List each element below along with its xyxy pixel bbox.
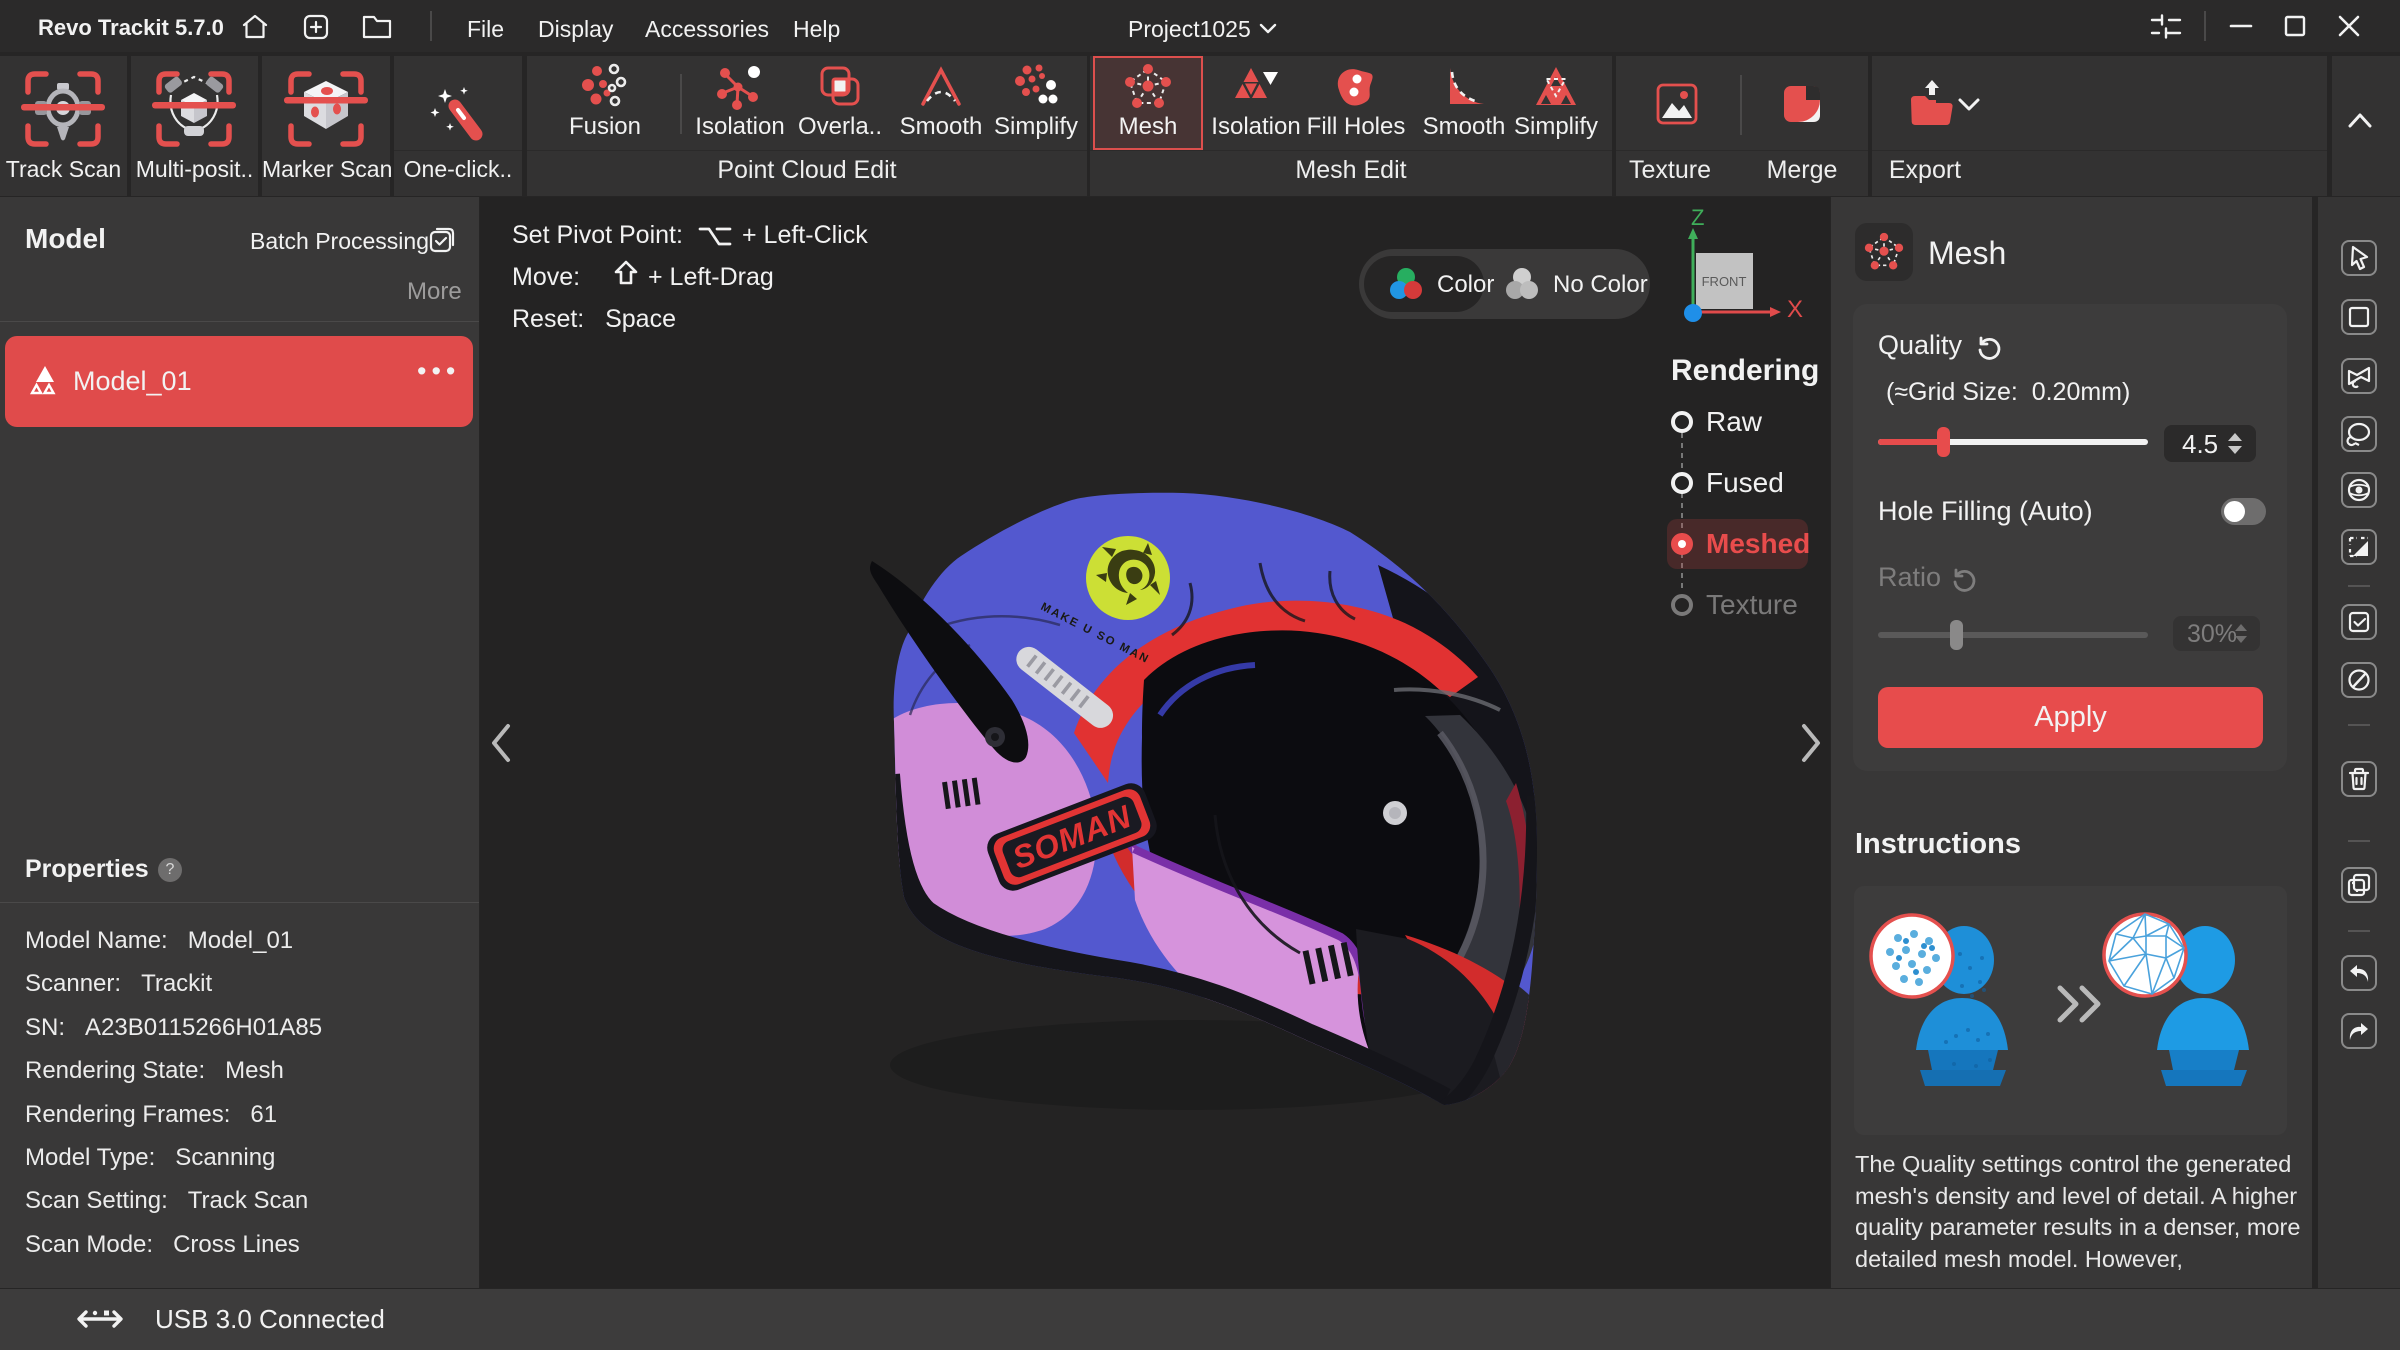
- svg-text:FRONT: FRONT: [1702, 274, 1747, 289]
